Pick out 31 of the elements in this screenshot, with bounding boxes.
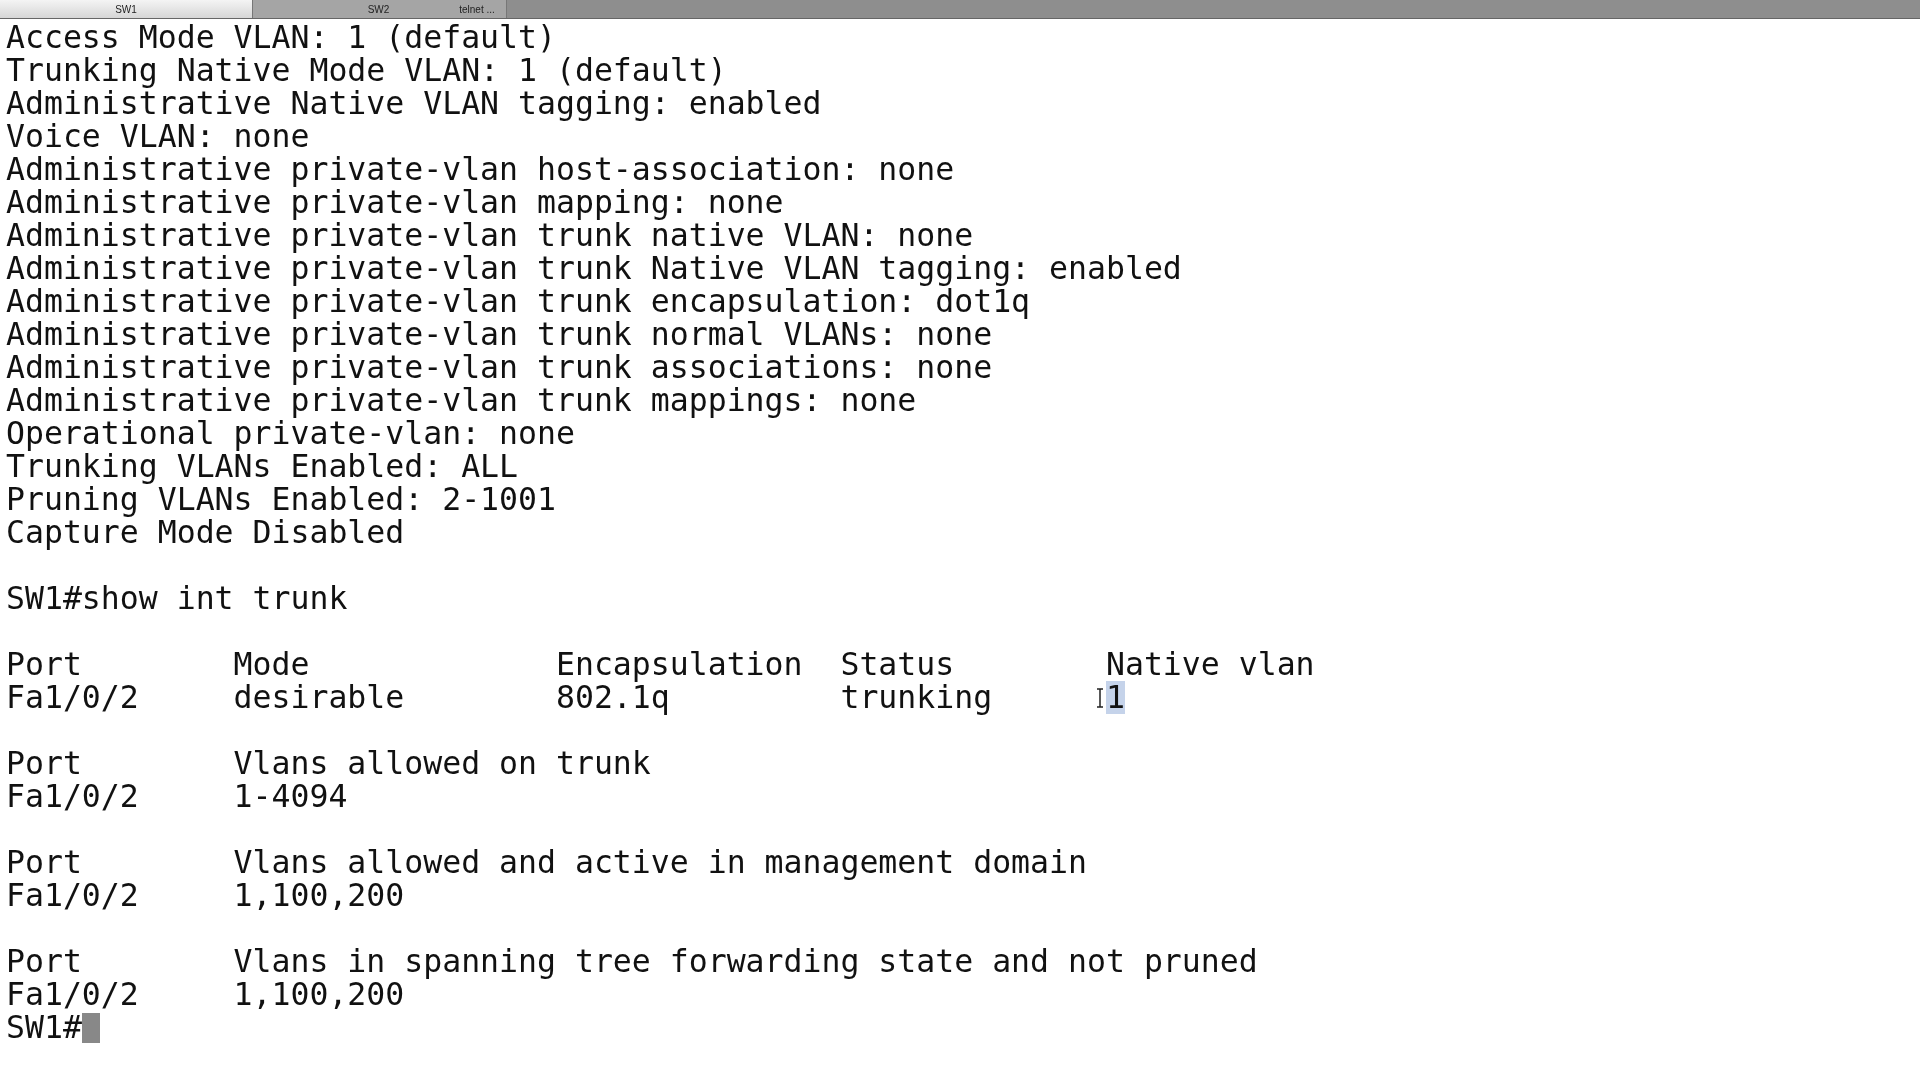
- terminal-line: Capture Mode Disabled: [6, 516, 405, 549]
- terminal-tab[interactable]: SW1: [0, 0, 253, 18]
- text-cursor-icon: [1095, 687, 1104, 708]
- terminal-line: Fa1/0/2 1,100,200: [6, 879, 405, 912]
- terminal-line: Administrative private-vlan trunk mappings: none: [6, 384, 917, 417]
- terminal-line: Administrative private-vlan trunk normal VLANs: none: [6, 318, 993, 351]
- terminal-tab[interactable]: SW2: [253, 0, 448, 18]
- terminal-line: Port Vlans allowed on trunk: [6, 747, 651, 780]
- terminal-line: Pruning VLANs Enabled: 2-1001: [6, 483, 556, 516]
- terminal-line: Trunking Native Mode VLAN: 1 (default): [6, 54, 727, 87]
- terminal-line: Fa1/0/2 desirable 802.1q trunking: [6, 681, 993, 714]
- terminal-line: SW1#show int trunk: [6, 582, 348, 615]
- terminal-line: Administrative private-vlan trunk associations: none: [6, 351, 993, 384]
- terminal-line: Port Mode Encapsulation Status Native vlan: [6, 648, 1315, 681]
- terminal-line: Port Vlans allowed and active in management domain: [6, 846, 1087, 879]
- terminal-line: Administrative private-vlan mapping: none: [6, 186, 784, 219]
- terminal-line: Trunking VLANs Enabled: ALL: [6, 450, 519, 483]
- terminal-line: Administrative Native VLAN tagging: enabled: [6, 87, 822, 120]
- terminal-line: SW1#: [6, 1011, 82, 1044]
- terminal-line: Administrative private-vlan trunk native VLAN: none: [6, 219, 974, 252]
- terminal-line: Administrative private-vlan trunk encapsulation: dot1q: [6, 285, 1031, 318]
- terminal-line: Operational private-vlan: none: [6, 417, 575, 450]
- terminal-line: Port Vlans in spanning tree forwarding state and not pruned: [6, 945, 1258, 978]
- terminal-line: Access Mode VLAN: 1 (default): [6, 21, 556, 54]
- terminal-line: Voice VLAN: none: [6, 120, 310, 153]
- terminal-tab[interactable]: telnet ...: [448, 0, 507, 18]
- terminal-line: Administrative private-vlan host-association: none: [6, 153, 955, 186]
- terminal-line: Fa1/0/2 1,100,200: [6, 978, 405, 1011]
- terminal-line: Fa1/0/2 1-4094: [6, 780, 348, 813]
- terminal-line: Administrative private-vlan trunk Native VLAN tagging: enabled: [6, 252, 1182, 285]
- selected-text: 1: [1105, 681, 1125, 714]
